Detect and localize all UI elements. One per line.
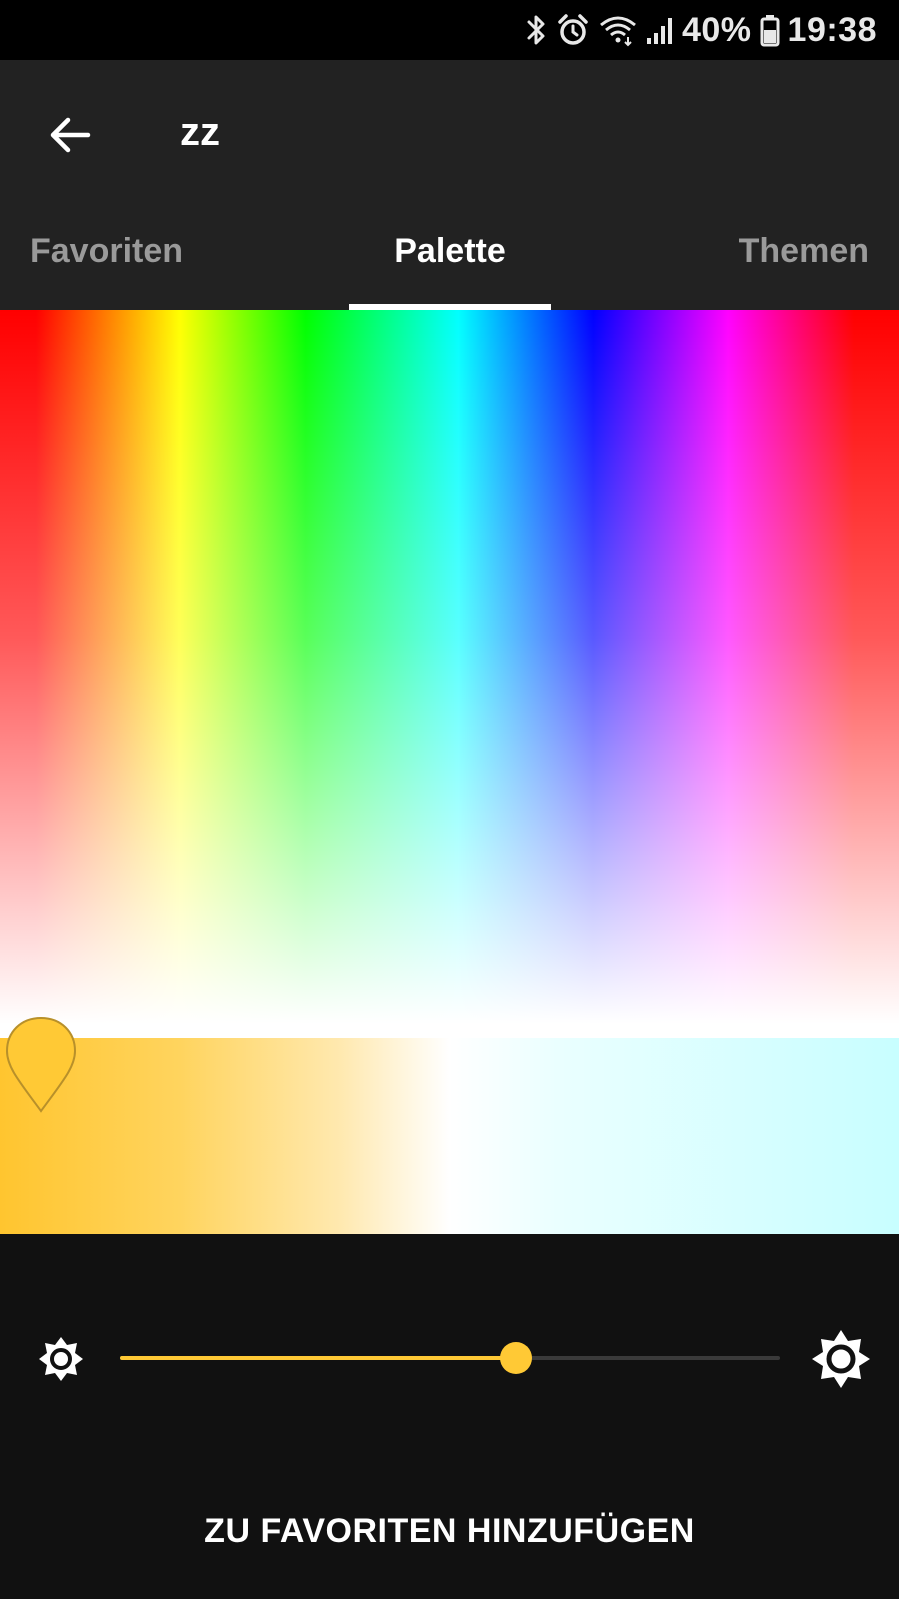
alarm-icon [558, 14, 588, 45]
battery-percent: 40% [681, 10, 752, 49]
status-icons: 40% 19:38 [526, 0, 877, 60]
status-bar: 40% 19:38 [0, 0, 899, 60]
arrow-left-icon [50, 117, 91, 153]
wifi-icon [600, 16, 636, 47]
tab-palette[interactable]: Palette [349, 232, 551, 271]
back-button[interactable] [40, 105, 100, 165]
clock: 19:38 [787, 10, 877, 49]
brightness-slider-fill [120, 1356, 516, 1360]
page-title: zz [180, 110, 220, 154]
brightness-slider[interactable] [120, 1342, 780, 1374]
signal-icon [646, 18, 672, 44]
brightness-low-icon[interactable] [37, 1335, 85, 1383]
pin-marker-icon[interactable] [4, 1015, 78, 1115]
tab-favoriten[interactable]: Favoriten [30, 232, 183, 271]
tab-themen[interactable]: Themen [739, 232, 869, 271]
bluetooth-icon [527, 15, 545, 45]
brightness-slider-thumb[interactable] [500, 1342, 532, 1374]
app-bar: zz Favoriten Palette Themen [0, 60, 899, 310]
brightness-control [0, 1234, 899, 1464]
battery-icon [760, 15, 780, 47]
add-to-favorites-button[interactable]: ZU FAVORITEN HINZUFÜGEN [0, 1464, 899, 1599]
white-temperature-strip[interactable] [0, 1038, 899, 1234]
color-palette[interactable] [0, 310, 899, 1038]
brightness-high-icon[interactable] [810, 1328, 872, 1390]
